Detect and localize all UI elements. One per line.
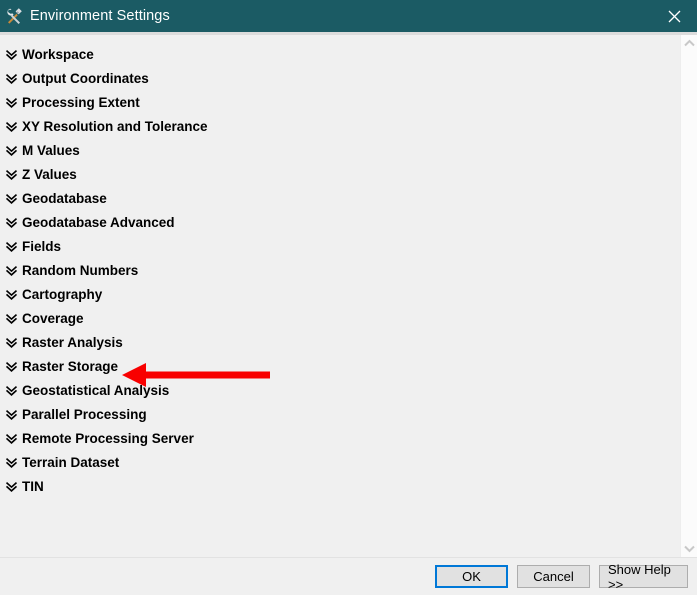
cancel-button[interactable]: Cancel [517,565,590,588]
category-item-label: M Values [22,142,80,158]
category-item[interactable]: Cartography [0,282,680,306]
category-item-label: Raster Analysis [22,334,123,350]
category-item-label: Z Values [22,166,77,182]
content-area: Workspace Output Coordinates Processing Ex… [0,35,697,557]
category-item[interactable]: Geodatabase Advanced [0,210,680,234]
category-item[interactable]: Workspace [0,42,680,66]
double-chevron-down-icon [5,386,18,396]
environment-category-list: Workspace Output Coordinates Processing Ex… [0,35,680,557]
double-chevron-down-icon [5,170,18,180]
category-item-label: Workspace [22,46,94,62]
double-chevron-down-icon [5,74,18,84]
cancel-button-label: Cancel [533,569,574,584]
category-item-label: Geodatabase Advanced [22,214,175,230]
environment-settings-dialog: Environment Settings Workspace Output Coo… [0,0,697,595]
category-item-label: TIN [22,478,44,494]
double-chevron-down-icon [5,434,18,444]
double-chevron-down-icon [5,194,18,204]
category-item-label: Raster Storage [22,358,119,374]
category-item[interactable]: M Values [0,138,680,162]
double-chevron-down-icon [5,482,18,492]
double-chevron-down-icon [5,50,18,60]
category-item[interactable]: Output Coordinates [0,66,680,90]
category-item[interactable]: Random Numbers [0,258,680,282]
ok-button[interactable]: OK [435,565,508,588]
category-item[interactable]: Remote Processing Server [0,426,680,450]
scroll-up-button[interactable] [681,35,697,52]
category-item[interactable]: TIN [0,474,680,498]
double-chevron-down-icon [5,314,18,324]
category-item[interactable]: Parallel Processing [0,402,680,426]
show-help-button-label: Show Help >> [608,561,671,592]
scroll-down-button[interactable] [681,540,697,557]
chevron-up-icon [683,39,695,47]
double-chevron-down-icon [5,266,18,276]
close-button[interactable] [651,0,697,32]
category-item[interactable]: Z Values [0,162,680,186]
vertical-scrollbar[interactable] [680,35,697,557]
category-item-label: Processing Extent [22,94,140,110]
double-chevron-down-icon [5,290,18,300]
double-chevron-down-icon [5,98,18,108]
chevron-down-icon [683,545,695,553]
scrollbar-track[interactable] [680,52,697,540]
category-item[interactable]: Terrain Dataset [0,450,680,474]
category-item-label: Cartography [22,286,103,302]
window-title: Environment Settings [30,8,170,24]
category-item[interactable]: Geodatabase [0,186,680,210]
double-chevron-down-icon [5,242,18,252]
tools-icon [7,8,22,24]
show-help-button[interactable]: Show Help >> [599,562,688,592]
category-item-label: Remote Processing Server [22,430,194,446]
category-item[interactable]: Geostatistical Analysis [0,378,680,402]
title-bar: Environment Settings [0,0,697,32]
category-item[interactable]: XY Resolution and Tolerance [0,114,680,138]
category-item[interactable]: Fields [0,234,680,258]
double-chevron-down-icon [5,338,18,348]
double-chevron-down-icon [5,122,18,132]
category-item-label: XY Resolution and Tolerance [22,118,208,134]
category-item[interactable]: Coverage [0,306,680,330]
category-item-label: Geodatabase [22,190,107,206]
category-item-label: Coverage [22,310,84,326]
close-icon [668,10,680,22]
dialog-footer: OK Cancel Show Help >> [0,558,697,595]
category-item-label: Terrain Dataset [22,454,120,470]
category-item[interactable]: Processing Extent [0,90,680,114]
double-chevron-down-icon [5,458,18,468]
double-chevron-down-icon [5,362,18,372]
ok-button-label: OK [462,569,481,584]
category-item[interactable]: Raster Storage [0,354,680,378]
double-chevron-down-icon [5,146,18,156]
double-chevron-down-icon [5,410,18,420]
category-item-label: Geostatistical Analysis [22,382,170,398]
category-item[interactable]: Raster Analysis [0,330,680,354]
category-item-label: Output Coordinates [22,70,149,86]
category-item-label: Fields [22,238,62,254]
category-item-label: Random Numbers [22,262,139,278]
double-chevron-down-icon [5,218,18,228]
category-item-label: Parallel Processing [22,406,147,422]
